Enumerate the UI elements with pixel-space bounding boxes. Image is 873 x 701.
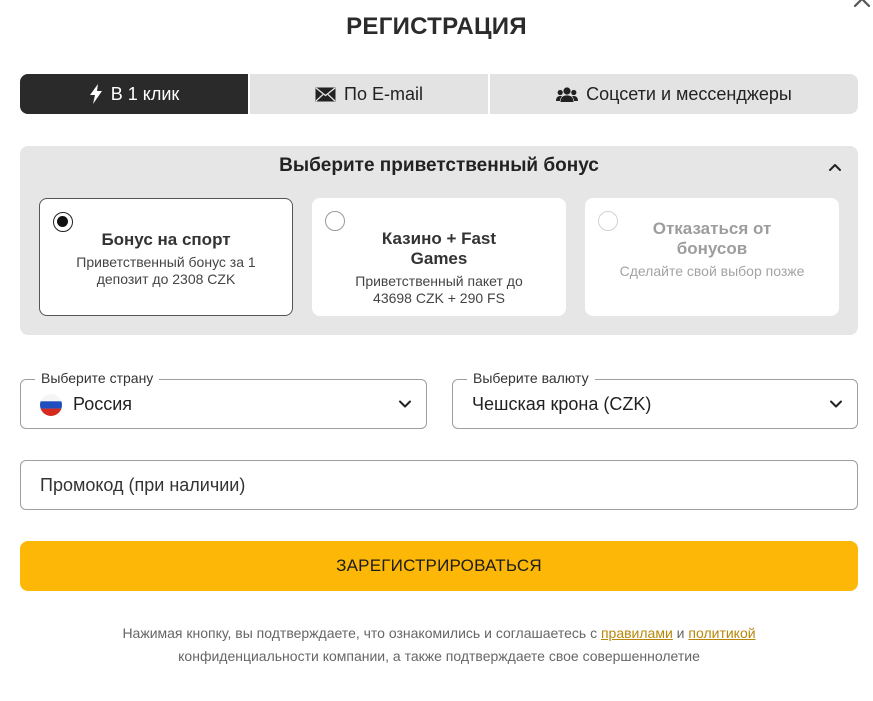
chevron-down-icon <box>399 400 411 408</box>
currency-select[interactable]: Выберите валюту Чешская крона (CZK) <box>452 370 858 429</box>
legal-text-before: Нажимая кнопку, вы подтверждаете, что оз… <box>122 625 598 641</box>
bonus-option-sport[interactable]: Бонус на спорт Приветственный бонус за 1… <box>39 198 293 316</box>
page-title: РЕГИСТРАЦИЯ <box>346 13 527 40</box>
tab-label: По E-mail <box>344 83 423 104</box>
tab-label: В 1 клик <box>110 83 180 104</box>
country-label: Выберите страну <box>35 370 160 386</box>
legal-and: и <box>676 625 685 641</box>
chevron-down-icon <box>830 400 842 408</box>
bonus-option-description: Сделайте свой выбор позже <box>619 263 805 279</box>
users-icon <box>556 86 579 103</box>
policy-link[interactable]: политикой <box>688 625 755 641</box>
promo-code-input[interactable] <box>21 461 857 509</box>
close-icon[interactable] <box>851 0 873 10</box>
tab-label: Соцсети и мессенджеры <box>586 83 792 104</box>
tab-email[interactable]: По E-mail <box>248 74 488 114</box>
legal-text-after: конфиденциальности компании, а также под… <box>178 648 700 664</box>
chevron-up-icon[interactable] <box>828 160 842 174</box>
tab-one-click[interactable]: В 1 клик <box>20 74 248 114</box>
country-value: Россия <box>73 394 133 414</box>
bonus-heading: Выберите приветственный бонус <box>279 155 599 176</box>
lightning-icon <box>89 84 103 104</box>
currency-label: Выберите валюту <box>467 370 595 386</box>
currency-value: Чешская крона (CZK) <box>472 394 652 414</box>
bonus-option-decline[interactable]: Отказаться от бонусов Сделайте свой выбо… <box>585 198 839 316</box>
bonus-option-description: Приветственный бонус за 1 депозит до 230… <box>76 254 256 287</box>
legal-text: Нажимая кнопку, вы подтверждаете, что оз… <box>60 622 818 668</box>
country-select[interactable]: Выберите страну Россия <box>20 370 427 429</box>
tab-social[interactable]: Соцсети и мессенджеры <box>488 74 858 114</box>
register-button[interactable]: ЗАРЕГИСТРИРОВАТЬСЯ <box>20 541 858 591</box>
bonus-option-title: Отказаться от бонусов <box>652 219 772 258</box>
promo-field <box>20 460 858 510</box>
registration-tabs: В 1 клик По E-mail Соцсети и мессенджеры <box>20 74 858 114</box>
bonus-option-description: Приветственный пакет до 43698 CZK + 290 … <box>355 273 523 306</box>
radio-button[interactable] <box>53 212 73 232</box>
bonus-option-title: Бонус на спорт <box>101 230 231 249</box>
bonus-option-casino[interactable]: Казино + Fast Games Приветственный пакет… <box>312 198 566 316</box>
rules-link[interactable]: правилами <box>601 625 673 641</box>
russia-flag-icon <box>40 394 62 416</box>
envelope-icon <box>315 86 336 102</box>
radio-button[interactable] <box>598 211 618 231</box>
bonus-option-title: Казино + Fast Games <box>381 229 497 268</box>
radio-button[interactable] <box>325 211 345 231</box>
bonus-panel: Выберите приветственный бонус Бонус на с… <box>20 146 858 335</box>
